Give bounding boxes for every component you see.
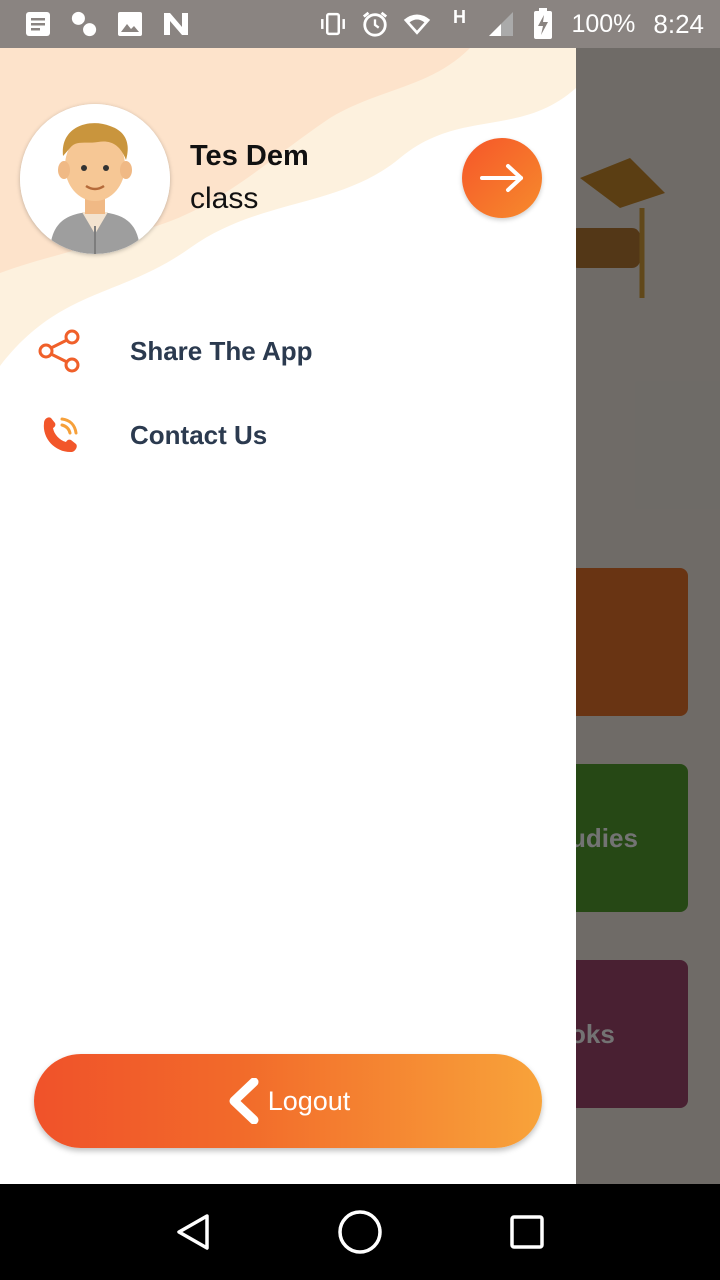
wifi-icon — [403, 10, 431, 38]
recents-icon — [509, 1215, 544, 1249]
avatar[interactable] — [20, 104, 170, 254]
logout-button[interactable]: Logout — [34, 1054, 542, 1148]
notification-icon — [24, 10, 52, 38]
user-avatar-icon — [20, 104, 170, 254]
share-icon — [38, 329, 82, 373]
battery-percent: 100% — [571, 9, 636, 38]
back-icon — [177, 1214, 210, 1250]
signal-icon — [487, 10, 515, 38]
menu-item-contact-us-label: Contact Us — [130, 419, 268, 450]
nav-home-button[interactable] — [330, 1202, 390, 1262]
nav-back-button[interactable] — [163, 1202, 223, 1262]
image-icon — [116, 10, 144, 38]
user-name: Tes Dem — [190, 140, 309, 172]
navigation-drawer: Tes Dem class Share The App Contact Us L… — [0, 48, 576, 1184]
n-icon — [162, 10, 190, 38]
network-h-icon: H — [452, 6, 466, 27]
alarm-icon — [361, 10, 389, 38]
system-nav-bar — [0, 1184, 720, 1280]
clock: 8:24 — [653, 8, 704, 39]
user-class-label: class — [190, 182, 259, 215]
percent-icon — [70, 10, 98, 38]
logout-label: Logout — [267, 1085, 351, 1116]
battery-charging-icon — [529, 8, 557, 39]
status-bar: H 100% 8:24 — [0, 0, 720, 48]
vibrate-icon — [319, 10, 347, 38]
nav-recents-button[interactable] — [497, 1202, 557, 1262]
arrow-right-icon — [480, 164, 523, 192]
menu-item-contact-us[interactable]: Contact Us — [0, 400, 576, 470]
chevron-left-icon — [226, 1078, 260, 1124]
home-icon — [338, 1210, 382, 1254]
profile-go-button[interactable] — [462, 138, 542, 218]
menu-item-share-app-label: Share The App — [130, 335, 313, 366]
menu-item-share-app[interactable]: Share The App — [0, 316, 576, 386]
phone-icon — [38, 413, 82, 457]
